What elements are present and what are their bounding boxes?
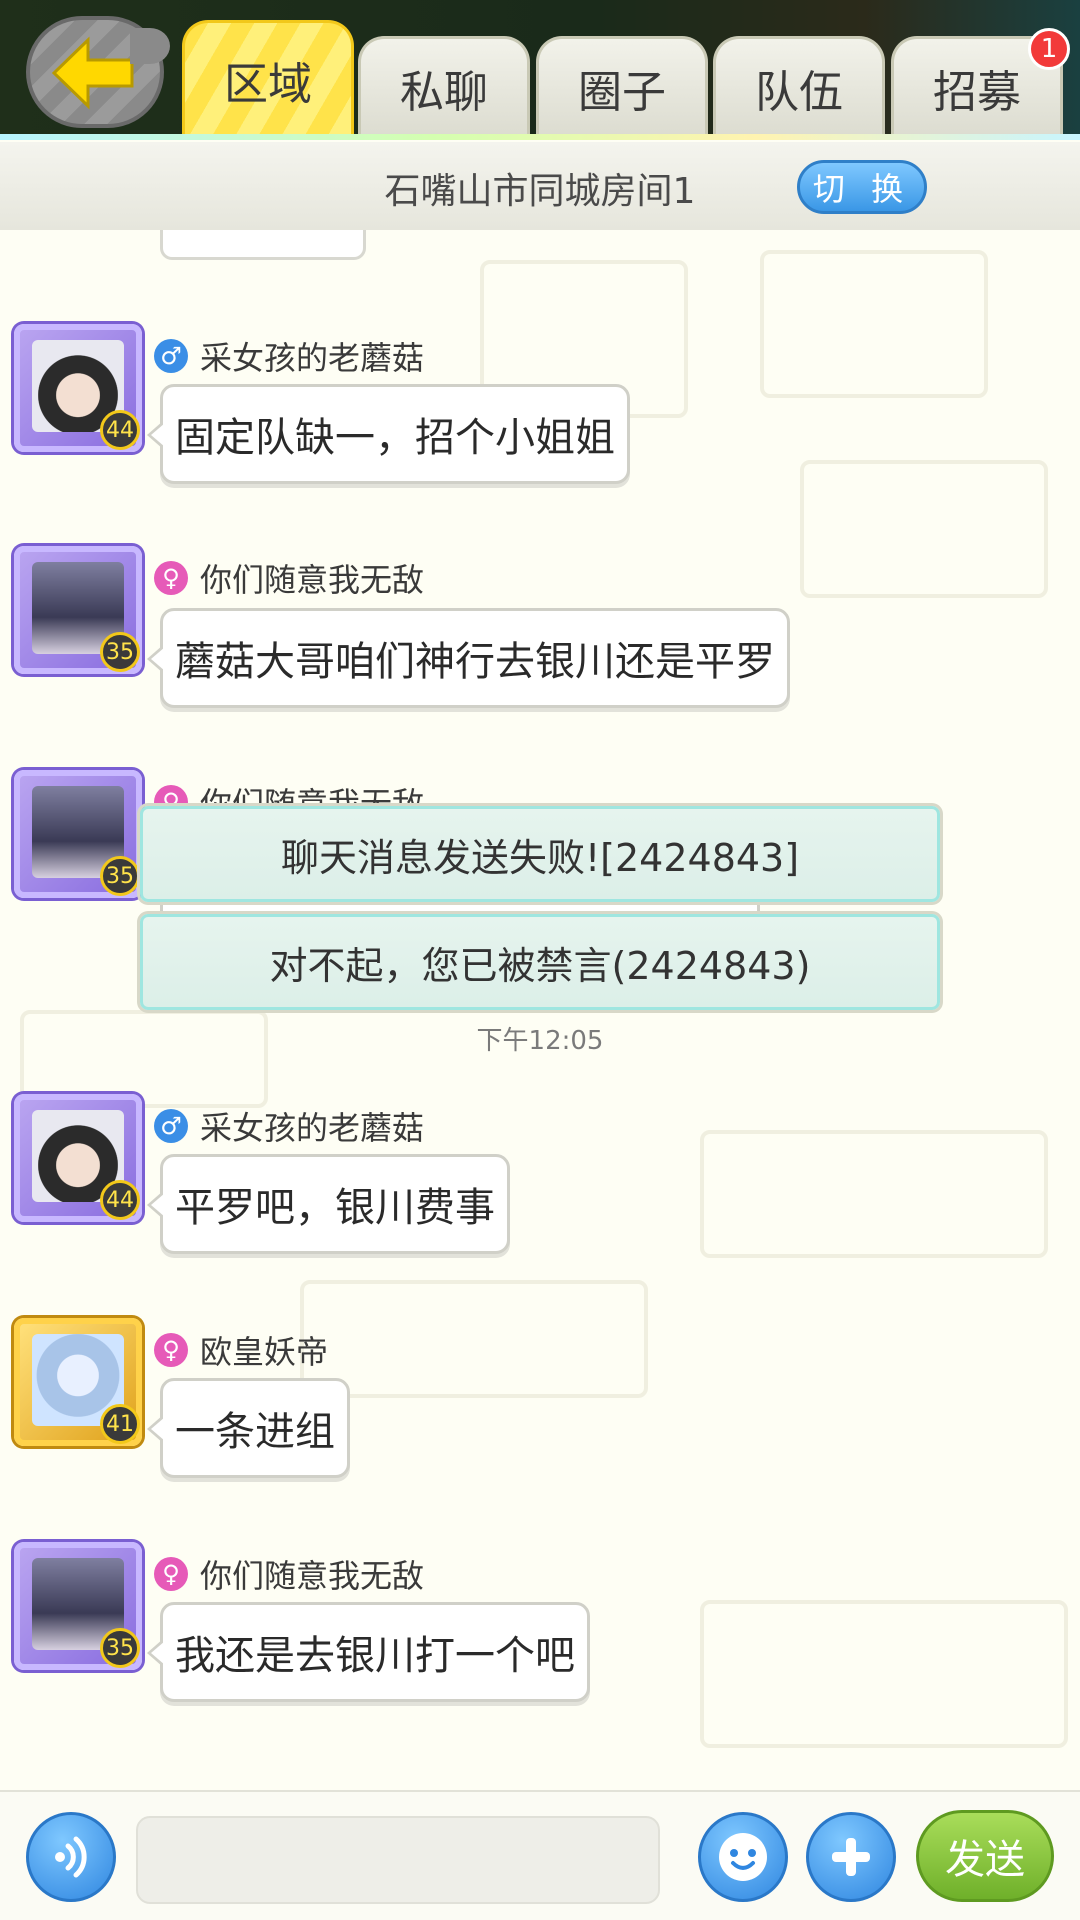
level-badge: 44 — [100, 1180, 140, 1220]
sender-row: ♀ 欧皇妖帝 — [154, 1327, 328, 1373]
switch-room-button[interactable]: 切 换 — [797, 160, 927, 214]
emoji-button[interactable] — [698, 1812, 788, 1902]
tab-label: 招募 — [933, 66, 1021, 118]
user-name[interactable]: 欧皇妖帝 — [200, 1327, 328, 1373]
user-name[interactable]: 采女孩的老蘑菇 — [200, 1103, 424, 1149]
level-badge: 41 — [100, 1404, 140, 1444]
male-icon: ♂ — [154, 339, 188, 373]
tab-circle[interactable]: 圈子 — [536, 36, 708, 136]
message-bubble[interactable]: 我还是去银川打一个吧 — [147, 1602, 590, 1702]
muted-toast: 对不起，您已被禁言(2424843) — [140, 914, 940, 1010]
tab-team[interactable]: 队伍 — [713, 36, 885, 136]
user-name[interactable]: 采女孩的老蘑菇 — [200, 333, 424, 379]
male-icon: ♂ — [154, 1109, 188, 1143]
background-decoration — [700, 1130, 1048, 1258]
tab-label: 圈子 — [578, 66, 666, 118]
message-input[interactable] — [136, 1816, 660, 1904]
error-toast: 聊天消息发送失败![2424843] — [140, 806, 940, 902]
sender-row: ♀ 你们随意我无敌 — [154, 555, 424, 601]
back-arrow-icon — [51, 36, 134, 110]
add-button[interactable] — [806, 1812, 896, 1902]
send-button[interactable]: 发送 — [916, 1810, 1054, 1902]
voice-icon — [55, 1836, 87, 1878]
avatar[interactable]: 44 — [14, 1094, 142, 1222]
sender-row: ♀ 你们随意我无敌 — [154, 1551, 424, 1597]
plus-icon — [832, 1838, 870, 1876]
female-icon: ♀ — [154, 561, 188, 595]
level-badge: 35 — [100, 1628, 140, 1668]
previous-message-bubble — [160, 230, 366, 260]
level-badge: 35 — [100, 632, 140, 672]
level-badge: 44 — [100, 410, 140, 450]
level-badge: 35 — [100, 856, 140, 896]
avatar[interactable]: 35 — [14, 546, 142, 674]
background-decoration — [760, 250, 988, 398]
avatar[interactable]: 41 — [14, 1318, 142, 1446]
message-bubble[interactable]: 平罗吧，银川费事 — [147, 1154, 510, 1254]
room-bar: 石嘴山市同城房间1 切 换 — [0, 142, 1080, 230]
message-bubble[interactable]: 一条进组 — [147, 1378, 350, 1478]
female-icon: ♀ — [154, 1557, 188, 1591]
tab-label: 区域 — [224, 58, 312, 110]
avatar[interactable]: 35 — [14, 770, 142, 898]
tab-label: 私聊 — [400, 66, 488, 118]
sender-row: ♂ 采女孩的老蘑菇 — [154, 333, 424, 379]
chat-area[interactable]: 44 ♂ 采女孩的老蘑菇 固定队缺一，招个小姐姐 35 ♀ 你们随意我无敌 蘑菇… — [0, 230, 1080, 1790]
user-name[interactable]: 你们随意我无敌 — [200, 555, 424, 601]
tab-private-chat[interactable]: 私聊 — [358, 36, 530, 136]
background-decoration — [300, 1280, 648, 1398]
emoji-icon — [719, 1833, 767, 1881]
top-bar: 区域 私聊 圈子 队伍 招募 1 — [0, 0, 1080, 140]
user-name[interactable]: 你们随意我无敌 — [200, 1551, 424, 1597]
background-decoration — [800, 460, 1048, 598]
back-button-tail — [130, 28, 170, 64]
female-icon: ♀ — [154, 1333, 188, 1367]
message-bubble[interactable]: 蘑菇大哥咱们神行去银川还是平罗 — [147, 608, 790, 708]
timestamp: 下午12:05 — [476, 1026, 604, 1056]
voice-button[interactable] — [26, 1812, 116, 1902]
background-decoration — [700, 1600, 1068, 1748]
input-bar: 发送 — [0, 1790, 1080, 1920]
message-bubble[interactable]: 固定队缺一，招个小姐姐 — [147, 384, 630, 484]
notification-badge: 1 — [1028, 28, 1070, 70]
avatar[interactable]: 35 — [14, 1542, 142, 1670]
topbar-divider — [0, 134, 1080, 140]
sender-row: ♂ 采女孩的老蘑菇 — [154, 1103, 424, 1149]
avatar[interactable]: 44 — [14, 324, 142, 452]
tab-label: 队伍 — [755, 66, 843, 118]
tab-region[interactable]: 区域 — [182, 20, 354, 136]
